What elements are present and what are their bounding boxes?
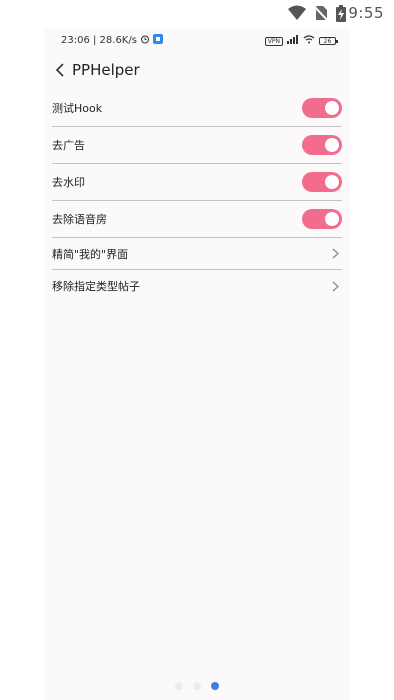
toggle-knob	[325, 101, 339, 115]
page-dot[interactable]	[193, 682, 201, 690]
toggle-switch[interactable]	[302, 209, 342, 229]
setting-row-simplify-mine[interactable]: 精简"我的"界面	[52, 238, 342, 270]
toggle-knob	[325, 175, 339, 189]
toggle-switch[interactable]	[302, 172, 342, 192]
battery-level: 26	[319, 37, 338, 45]
system-clock: 9:55	[348, 4, 384, 22]
page-dot-active[interactable]	[211, 682, 219, 690]
setting-label: 测试Hook	[52, 102, 103, 115]
notification-app-icon	[152, 34, 163, 47]
setting-row-remove-ads[interactable]: 去广告	[52, 127, 342, 164]
app-bar: PPHelper	[44, 56, 350, 84]
setting-row-remove-post-types[interactable]: 移除指定类型帖子	[52, 270, 342, 302]
device-clock-speed: 23:06 | 28.6K/s	[61, 35, 137, 46]
app-screen: 23:06 | 28.6K/s VPN 26 PPHelper 测试Hook 去…	[44, 28, 350, 700]
device-status-bar: 23:06 | 28.6K/s VPN 26	[44, 28, 350, 52]
toggle-switch[interactable]	[302, 98, 342, 118]
alarm-icon	[140, 34, 150, 47]
wifi-icon	[288, 5, 306, 25]
toggle-knob	[325, 212, 339, 226]
no-sim-icon	[313, 5, 329, 25]
setting-label: 精简"我的"界面	[52, 247, 129, 261]
setting-row-test-hook[interactable]: 测试Hook	[52, 90, 342, 127]
signal-icon	[287, 35, 299, 47]
battery-charging-icon	[335, 5, 347, 26]
setting-label: 去广告	[52, 139, 85, 152]
page-title: PPHelper	[72, 61, 140, 79]
toggle-switch[interactable]	[302, 135, 342, 155]
system-status-bar: 9:55	[0, 0, 394, 28]
vpn-badge: VPN	[264, 36, 283, 46]
setting-row-remove-voice-room[interactable]: 去除语音房	[52, 201, 342, 238]
chevron-right-icon	[328, 279, 342, 293]
setting-label: 去除语音房	[52, 213, 107, 226]
page-indicator	[44, 682, 350, 690]
setting-row-remove-watermark[interactable]: 去水印	[52, 164, 342, 201]
toggle-knob	[325, 138, 339, 152]
setting-label: 去水印	[52, 176, 85, 189]
chevron-left-icon	[55, 63, 64, 77]
chevron-right-icon	[328, 247, 342, 261]
setting-label: 移除指定类型帖子	[52, 280, 140, 293]
back-button[interactable]	[50, 60, 70, 80]
settings-list: 测试Hook 去广告 去水印 去除语音房 精简"我的"界面 移除指定类型帖子	[52, 90, 342, 302]
wifi-icon	[303, 35, 315, 47]
page-dot[interactable]	[175, 682, 183, 690]
